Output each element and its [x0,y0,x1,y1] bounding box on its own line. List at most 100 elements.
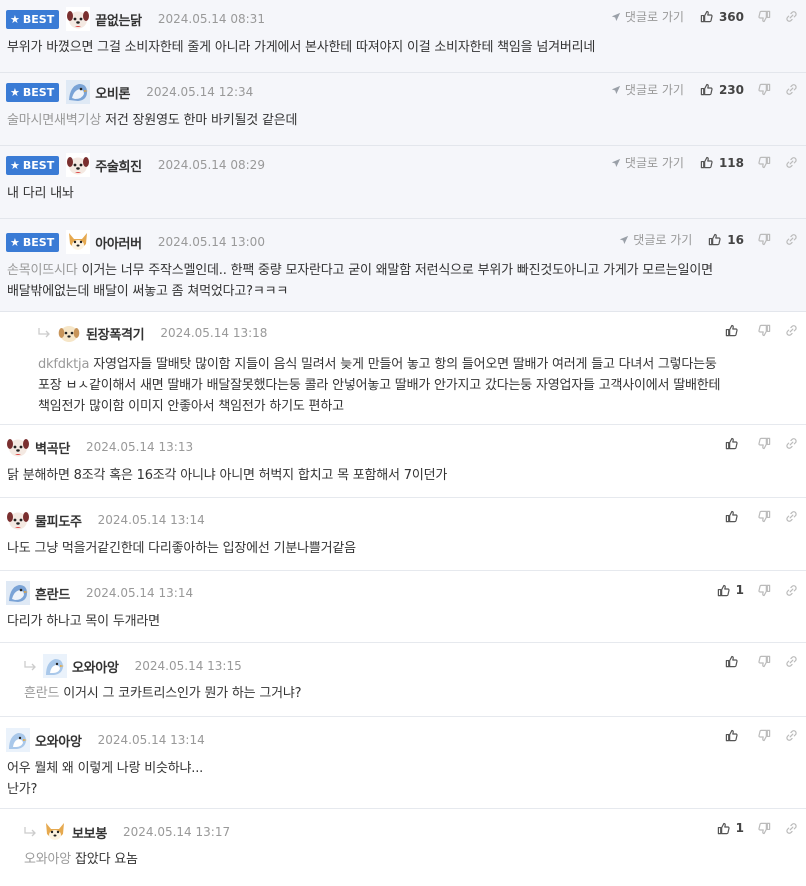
share-link-button[interactable] [785,233,798,246]
dislike-button[interactable] [758,729,771,742]
dog-avatar-shiba[interactable] [43,820,67,844]
comment-item: ★ BEST 끝없는닭 2024.05.14 08:31 댓글로 가기 360 부… [0,0,806,73]
like-button[interactable] [725,510,744,523]
goto-comment-link[interactable]: 댓글로 가기 [611,154,684,171]
author-nickname[interactable]: 오와아앙 [72,657,119,676]
comment-header: ★ BEST 주술희진 2024.05.14 08:29 [6,152,265,178]
mention-tag[interactable]: 손목이뜨시다 [7,263,78,278]
bird-avatar-light[interactable] [43,654,67,678]
like-button[interactable]: 1 [717,583,744,597]
author-nickname[interactable]: 끝없는닭 [95,10,142,29]
like-count: 1 [735,821,744,835]
star-icon: ★ [10,12,20,26]
dog-avatar-red[interactable] [66,7,90,31]
share-link-button[interactable] [785,324,798,337]
dislike-button[interactable] [758,822,771,835]
goto-comment-link[interactable]: 댓글로 가기 [611,81,684,98]
best-badge-label: BEST [22,85,55,99]
bird-avatar-blue[interactable] [6,581,30,605]
like-button[interactable]: 118 [700,156,744,170]
star-icon: ★ [10,158,20,172]
comment-text: 나도 그냥 먹을거같긴한데 다리좋아하는 입장에선 기분나쁠거같음 [7,538,356,559]
like-button[interactable]: 230 [700,83,744,97]
dog-avatar-red[interactable] [66,153,90,177]
dog-avatar-red[interactable] [6,508,30,532]
share-link-button[interactable] [785,822,798,835]
author-nickname[interactable]: 보보봉 [72,823,107,842]
link-icon [785,655,798,668]
share-link-button[interactable] [785,584,798,597]
comment-item: ★ BEST 아아러버 2024.05.14 13:00 댓글로 가기 16 손목… [0,219,806,312]
like-button[interactable]: 1 [717,821,744,835]
comment-date: 2024.05.14 13:18 [160,326,268,340]
share-link-button[interactable] [785,83,798,96]
dislike-button[interactable] [758,83,771,96]
thumbs-up-icon [700,83,713,96]
like-count: 1 [735,583,744,597]
author-nickname[interactable]: 흔란드 [35,584,70,603]
goto-comment-link[interactable]: 댓글로 가기 [619,231,692,248]
comment-date: 2024.05.14 13:15 [134,659,242,673]
like-button[interactable]: 16 [708,233,744,247]
thumbs-up-icon [717,822,730,835]
like-button[interactable] [725,437,744,450]
dislike-button[interactable] [758,584,771,597]
reply-arrow-icon [24,661,36,671]
share-link-button[interactable] [785,156,798,169]
mention-tag[interactable]: 흔란드 [24,686,59,701]
comment-header: 보보봉 2024.05.14 13:17 [24,819,230,845]
comment-body: 부위가 바꼈으면 그걸 소비자한테 줄게 아니라 가게에서 본사한테 따져야지 … [7,40,596,55]
comment-actions: 댓글로 가기 230 [611,81,798,98]
mention-tag[interactable]: 술마시면새벽기상 [7,113,101,128]
dislike-button[interactable] [758,510,771,523]
author-nickname[interactable]: 오비론 [95,83,130,102]
comment-date: 2024.05.14 08:29 [157,158,265,172]
dislike-button[interactable] [758,437,771,450]
author-nickname[interactable]: 아아러버 [95,233,142,252]
like-button[interactable] [725,655,744,668]
author-nickname[interactable]: 오와아앙 [35,731,82,750]
comment-actions: 1 [717,821,798,835]
goto-comment-link[interactable]: 댓글로 가기 [611,8,684,25]
author-nickname[interactable]: 주술희진 [95,156,142,175]
comment-header: ★ BEST 아아러버 2024.05.14 13:00 [6,229,265,255]
comment-item: ★ BEST 주술희진 2024.05.14 08:29 댓글로 가기 118 내… [0,146,806,219]
author-nickname[interactable]: 물피도주 [35,511,82,530]
dislike-button[interactable] [758,655,771,668]
like-button[interactable] [725,729,744,742]
share-link-button[interactable] [785,510,798,523]
comment-body: 내 다리 내놔 [7,186,74,201]
comment-line: 난가? [7,782,38,797]
share-link-button[interactable] [785,437,798,450]
dislike-button[interactable] [758,233,771,246]
share-link-button[interactable] [785,10,798,23]
mention-tag[interactable]: dkfdktja [38,357,89,372]
thumbs-up-icon [725,437,738,450]
thumbs-down-icon [758,156,771,169]
dog-avatar-shiba[interactable] [66,230,90,254]
author-nickname[interactable]: 벽곡단 [35,438,70,457]
thumbs-down-icon [758,233,771,246]
thumbs-down-icon [758,584,771,597]
share-link-button[interactable] [785,655,798,668]
comment-date: 2024.05.14 13:13 [85,440,194,454]
bird-avatar-blue[interactable] [66,80,90,104]
comment-actions [725,324,798,337]
dislike-button[interactable] [758,156,771,169]
comment-date: 2024.05.14 13:14 [97,733,205,747]
dog-avatar-puppy[interactable] [57,321,81,345]
dog-avatar-red[interactable] [6,435,30,459]
mention-tag[interactable]: 오와아앙 [24,852,71,867]
like-button[interactable]: 360 [700,10,744,24]
dislike-button[interactable] [758,324,771,337]
bird-avatar-light[interactable] [6,728,30,752]
like-button[interactable] [725,324,744,337]
comment-actions: 댓글로 가기 16 [619,231,798,248]
author-nickname[interactable]: 된장폭격기 [86,324,145,343]
comment-text: 다리가 하나고 목이 두개라면 [7,611,160,632]
share-link-button[interactable] [785,729,798,742]
dislike-button[interactable] [758,10,771,23]
link-icon [785,324,798,337]
comment-header: ★ BEST 끝없는닭 2024.05.14 08:31 [6,6,265,32]
thumbs-up-icon [717,584,730,597]
